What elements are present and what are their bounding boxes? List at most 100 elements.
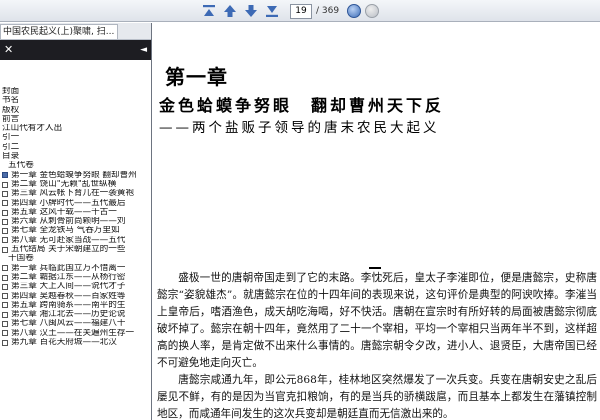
page-bookmark-icon: [2, 200, 8, 207]
page-bookmark-icon: [2, 190, 8, 197]
page-bookmark-icon: [2, 181, 8, 188]
close-icon[interactable]: ✕: [4, 44, 13, 56]
bookmark-item[interactable]: 版权: [2, 106, 151, 115]
bookmark-label: 第八章 无可赴家当战——五代: [11, 235, 126, 245]
toolbar: / 369: [0, 0, 600, 22]
bookmark-label: 第四章 吴越春秋——百家姓等: [11, 291, 126, 301]
bookmark-label: 版权: [2, 105, 20, 115]
document-tab[interactable]: 中国农民起义(上)聚啸, 扫...: [0, 24, 118, 39]
page-total-label: / 369: [316, 6, 340, 16]
bookmark-item[interactable]: 第五章 跨南骑系——南平的生: [2, 301, 151, 310]
page-number-input[interactable]: [290, 3, 312, 19]
collapse-arrow-icon[interactable]: ◄: [140, 44, 147, 56]
page-bookmark-icon: [2, 274, 8, 281]
bookmark-item[interactable]: 前言: [2, 115, 151, 124]
page-bookmark-icon: [2, 172, 8, 179]
page-navigation: / 369: [200, 2, 383, 20]
stop-button-icon[interactable]: [365, 4, 380, 18]
page-bookmark-icon: [2, 228, 8, 235]
bookmark-label: 引一: [2, 133, 20, 143]
document-page: 第一章 金色蛤蟆争努眼 翻却曹州天下反 ——两个盐贩子领导的唐末农民大起义 盛极…: [153, 23, 600, 420]
document-tab-bar: 中国农民起义(上)聚啸, 扫...: [0, 23, 151, 40]
bookmark-item[interactable]: 第四章 小牌时代——五代最后: [2, 199, 151, 208]
bookmark-item[interactable]: 第一章 兵临此国立万不惜离一: [2, 264, 151, 273]
bookmark-label: 第五章 跨南骑系——南平的生: [11, 300, 126, 310]
bookmark-label: 目录: [2, 152, 20, 162]
bookmark-label: 第二章 霸据江东——从杨行密: [11, 272, 126, 282]
bookmark-label: 江山代有才人出: [2, 124, 63, 134]
chapter-title: 第一章: [165, 65, 228, 89]
bookmark-item[interactable]: 封面: [2, 87, 151, 96]
page-bookmark-icon: [2, 246, 8, 253]
bookmark-item[interactable]: 第七章 八闽风云——福建八十: [2, 319, 151, 328]
bookmark-item[interactable]: 引二: [2, 143, 151, 152]
bookmark-item[interactable]: 五代结局 关于宋朝建立的一些: [2, 245, 151, 254]
bookmark-item[interactable]: 书名: [2, 96, 151, 105]
bookmark-label: 第六章 湘江北去——历史论说: [11, 310, 126, 320]
bookmark-label: 第四章 小牌时代——五代最后: [11, 198, 126, 208]
page-bookmark-icon: [2, 330, 8, 337]
reader-app: / 369 中国农民起义(上)聚啸, 扫... ✕ ◄ 封面书名版权前言江山代有…: [0, 0, 600, 420]
sidebar-header: ✕ ◄: [0, 40, 151, 60]
bookmark-label: 第六章 从刺骨前尚颗明——刘: [11, 217, 126, 227]
bookmark-section[interactable]: 十国卷: [2, 254, 151, 263]
bookmark-label: 十国卷: [8, 254, 34, 264]
body-paragraph: 唐懿宗咸通九年，即公元868年，桂林地区突然爆发了一次兵变。兵变在唐朝安史之乱后…: [157, 374, 597, 420]
bookmark-label: 五代结局 关于宋朝建立的一些: [11, 245, 126, 255]
bookmark-label: 书名: [2, 96, 20, 106]
bookmark-label: 第一章 兵临此国立万不惜离一: [11, 263, 126, 273]
chapter-body: 盛极一世的唐朝帝国走到了它的末路。李忱死后，皇太子李漼即位，便是唐懿宗，史称唐懿…: [157, 270, 597, 420]
bookmark-item[interactable]: 第七章 全龙铁马 气吞万里如: [2, 226, 151, 235]
page-bookmark-icon: [2, 218, 8, 225]
bookmark-item[interactable]: 第二章 饶山"无赖"乱世纵横: [2, 180, 151, 189]
bookmark-item[interactable]: 第九章 百花天府城——北汉: [2, 338, 151, 347]
bookmark-item[interactable]: 第八章 无可赴家当战——五代: [2, 236, 151, 245]
previous-page-icon[interactable]: [221, 3, 239, 20]
bookmark-item[interactable]: 第五章 这风干载——千古一: [2, 208, 151, 217]
page-bookmark-icon: [2, 283, 8, 290]
bookmark-item[interactable]: 江山代有才人出: [2, 124, 151, 133]
bookmark-item[interactable]: 第四章 吴越春秋——百家姓等: [2, 292, 151, 301]
page-bookmark-icon: [2, 237, 8, 244]
bookmarks-sidebar: 中国农民起义(上)聚啸, 扫... ✕ ◄ 封面 书名 版权 前言 江山代有才人出 引一引…: [0, 23, 152, 420]
bookmark-label: 封面: [2, 87, 20, 96]
last-page-icon[interactable]: [263, 3, 281, 20]
bookmark-item[interactable]: 第八章 汉土——在关遍州生存一: [2, 329, 151, 338]
bookmark-label: 第八章 汉土——在关遍州生存一: [11, 328, 135, 338]
bookmark-label: 第一章 金色蛤蟆争努眼 翻却曹州: [11, 170, 137, 180]
bookmark-label: 第三章 风云帐下育儿在一袭黄袍: [11, 189, 135, 199]
bookmark-item[interactable]: 第三章 大上人间——说代才子: [2, 282, 151, 291]
page-bookmark-icon: [2, 302, 8, 309]
page-bookmark-icon: [2, 293, 8, 300]
first-page-icon[interactable]: [200, 3, 218, 20]
bookmark-label: 引二: [2, 142, 20, 152]
bookmark-item[interactable]: 引一: [2, 133, 151, 142]
bookmark-label: 第九章 百花天府城——北汉: [11, 338, 117, 348]
next-page-icon[interactable]: [242, 3, 260, 20]
bookmark-label: 第五章 这风干载——千古一: [11, 207, 117, 217]
bookmark-item[interactable]: 第二章 霸据江东——从杨行密: [2, 273, 151, 282]
bookmark-item[interactable]: 第六章 从刺骨前尚颗明——刘: [2, 217, 151, 226]
page-bookmark-icon: [2, 321, 8, 328]
bookmark-label: 第七章 全龙铁马 气吞万里如: [11, 226, 120, 236]
bookmark-label: 第七章 八闽风云——福建八十: [11, 319, 126, 329]
page-bookmark-icon: [2, 265, 8, 272]
bookmark-label: 第三章 大上人间——说代才子: [11, 282, 126, 292]
page-bookmark-icon: [2, 339, 8, 346]
bookmark-tree: 封面 书名 版权 前言 江山代有才人出 引一 引二 目录 五代卷 第一章 金色蛤蟆争努眼 翻却曹州…: [0, 60, 151, 347]
bookmark-item[interactable]: 第一章 金色蛤蟆争努眼 翻却曹州: [2, 171, 151, 180]
section-separator: [369, 267, 381, 269]
chapter-subtitle: 金色蛤蟆争努眼 翻却曹州天下反: [159, 96, 445, 115]
bookmark-section[interactable]: 五代卷: [2, 161, 151, 170]
bookmark-label: 五代卷: [8, 161, 34, 171]
bookmark-label: 第二章 饶山"无赖"乱世纵横: [11, 179, 117, 189]
page-bookmark-icon: [2, 311, 8, 318]
bookmark-item[interactable]: 第六章 湘江北去——历史论说: [2, 310, 151, 319]
go-button-icon[interactable]: [347, 4, 362, 18]
body-paragraph: 盛极一世的唐朝帝国走到了它的末路。李忱死后，皇太子李漼即位，便是唐懿宗，史称唐懿…: [157, 272, 597, 369]
bookmark-item[interactable]: 第三章 风云帐下育儿在一袭黄袍: [2, 189, 151, 198]
bookmark-item[interactable]: 目录: [2, 152, 151, 161]
bookmark-label: 前言: [2, 114, 20, 124]
page-bookmark-icon: [2, 209, 8, 216]
chapter-subtitle-secondary: ——两个盐贩子领导的唐末农民大起义: [159, 120, 440, 136]
